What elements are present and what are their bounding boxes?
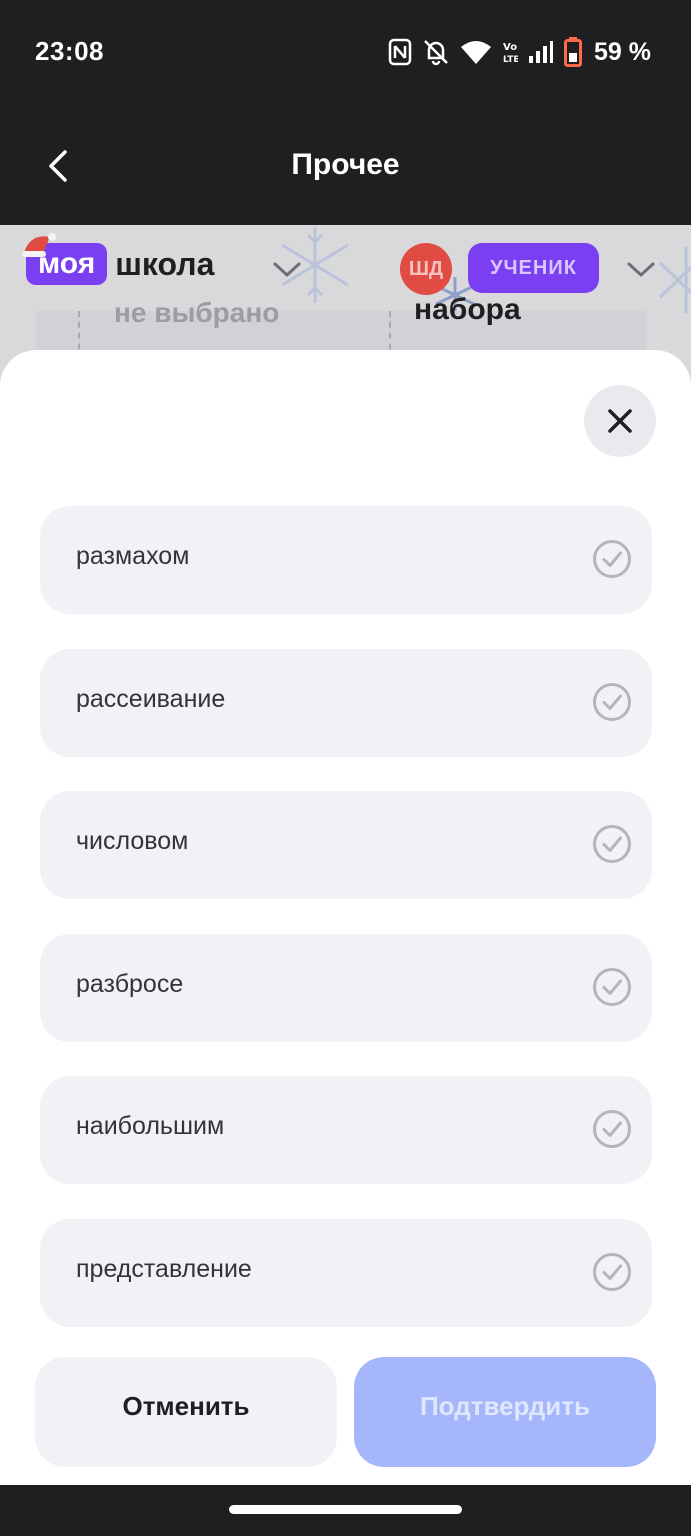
- role-badge[interactable]: УЧЕНИК: [468, 243, 599, 293]
- option-label: размахом: [76, 542, 190, 570]
- santa-hat-icon: [22, 233, 56, 257]
- app-header: Прочее: [0, 104, 691, 225]
- chevron-down-icon[interactable]: [272, 261, 302, 279]
- signal-icon: [529, 41, 554, 63]
- bottom-sheet: размахом рассеивание числовом разбросе н…: [0, 350, 691, 1485]
- logo-moya: моя: [22, 233, 108, 285]
- cancel-button[interactable]: Отменить: [35, 1357, 337, 1467]
- option-item[interactable]: наибольшим: [40, 1076, 652, 1184]
- option-item[interactable]: числовом: [40, 791, 652, 899]
- check-circle-icon: [593, 540, 631, 578]
- option-label: рассеивание: [76, 685, 226, 713]
- logo-shkola: школа: [115, 245, 215, 282]
- option-label: числовом: [76, 827, 189, 855]
- bold-text: набора: [414, 293, 521, 326]
- option-label: представление: [76, 1255, 252, 1283]
- check-circle-icon: [593, 825, 631, 863]
- snowflake-icon: [658, 247, 691, 313]
- home-indicator[interactable]: [229, 1505, 462, 1514]
- avatar[interactable]: ШД: [400, 243, 452, 295]
- close-button[interactable]: [584, 385, 656, 457]
- select-value: не выбрано: [114, 297, 280, 328]
- option-item[interactable]: размахом: [40, 506, 652, 614]
- option-label: разбросе: [76, 970, 184, 998]
- status-time: 23:08: [35, 36, 104, 66]
- check-circle-icon: [593, 1253, 631, 1291]
- battery-level: 59 %: [594, 37, 651, 66]
- app-logo: моя школа: [22, 233, 215, 285]
- check-circle-icon: [593, 1110, 631, 1148]
- svg-text:LTE: LTE: [503, 55, 518, 65]
- navigation-bar: [0, 1485, 691, 1536]
- volte-icon: Vo LTE: [503, 42, 518, 65]
- option-item[interactable]: рассеивание: [40, 649, 652, 757]
- wifi-icon: [461, 41, 492, 64]
- check-circle-icon: [593, 683, 631, 721]
- option-item[interactable]: представление: [40, 1219, 652, 1327]
- check-circle-icon: [593, 968, 631, 1006]
- svg-text:Vo: Vo: [503, 42, 517, 53]
- confirm-button[interactable]: Подтвердить: [354, 1357, 656, 1467]
- status-bar: 23:08 Vo LTE 59 %: [0, 0, 691, 104]
- bell-off-icon: [424, 40, 448, 66]
- page-title: Прочее: [291, 148, 400, 181]
- status-icons: Vo LTE 59 %: [388, 36, 651, 68]
- chevron-down-icon[interactable]: [626, 261, 656, 279]
- close-icon: [608, 409, 632, 433]
- option-label: наибольшим: [76, 1112, 225, 1140]
- option-item[interactable]: разбросе: [40, 934, 652, 1042]
- nfc-icon: [388, 38, 412, 66]
- battery-icon: [564, 37, 583, 67]
